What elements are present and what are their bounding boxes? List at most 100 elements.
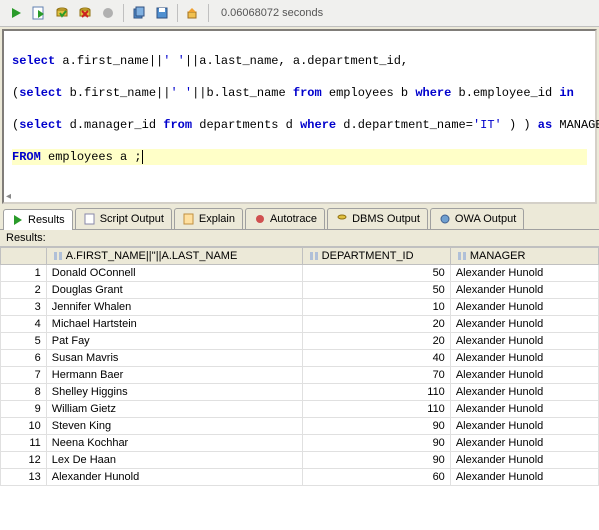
table-row[interactable]: 13Alexander Hunold60Alexander Hunold xyxy=(1,469,599,486)
manager-cell: Alexander Hunold xyxy=(450,316,598,333)
save-button[interactable] xyxy=(151,3,173,23)
rownum-cell: 7 xyxy=(1,367,47,384)
sql-literal: ' ' xyxy=(170,86,192,100)
name-cell: Jennifer Whalen xyxy=(46,299,302,316)
tab-label: Script Output xyxy=(100,213,164,225)
sql-text: b.first_name|| xyxy=(62,86,170,100)
tab-label: Autotrace xyxy=(270,213,317,225)
tab-label: DBMS Output xyxy=(352,213,420,225)
export-button[interactable] xyxy=(128,3,150,23)
dept-cell: 110 xyxy=(302,384,450,401)
commit-button[interactable] xyxy=(51,3,73,23)
sql-keyword: select xyxy=(19,86,62,100)
column-label: DEPARTMENT_ID xyxy=(322,250,414,262)
table-row[interactable]: 2Douglas Grant50Alexander Hunold xyxy=(1,282,599,299)
sql-literal: 'IT' xyxy=(473,118,502,132)
table-row[interactable]: 10Steven King90Alexander Hunold xyxy=(1,418,599,435)
column-header-dept[interactable]: DEPARTMENT_ID xyxy=(302,248,450,265)
run-button[interactable] xyxy=(5,3,27,23)
table-row[interactable]: 1Donald OConnell50Alexander Hunold xyxy=(1,265,599,282)
sql-text: b.employee_id xyxy=(451,86,559,100)
table-row[interactable]: 8Shelley Higgins110Alexander Hunold xyxy=(1,384,599,401)
column-label: MANAGER xyxy=(470,250,526,262)
text-cursor xyxy=(142,150,150,164)
sql-text: MANAGER xyxy=(552,118,599,132)
tab-owa-output[interactable]: OWA Output xyxy=(430,208,524,229)
dbms-icon xyxy=(335,212,349,226)
name-cell: Lex De Haan xyxy=(46,452,302,469)
sql-literal: ' ' xyxy=(163,54,185,68)
rownum-cell: 1 xyxy=(1,265,47,282)
manager-cell: Alexander Hunold xyxy=(450,299,598,316)
results-grid[interactable]: A.FIRST_NAME||''||A.LAST_NAME DEPARTMENT… xyxy=(0,246,599,530)
main-toolbar: 0.06068072 seconds xyxy=(0,0,599,27)
table-row[interactable]: 3Jennifer Whalen10Alexander Hunold xyxy=(1,299,599,316)
rownum-cell: 5 xyxy=(1,333,47,350)
column-header-manager[interactable]: MANAGER xyxy=(450,248,598,265)
sql-text: d.department_name= xyxy=(336,118,473,132)
name-cell: Alexander Hunold xyxy=(46,469,302,486)
tab-explain[interactable]: Explain xyxy=(174,208,243,229)
name-cell: Douglas Grant xyxy=(46,282,302,299)
column-header-name[interactable]: A.FIRST_NAME||''||A.LAST_NAME xyxy=(46,248,302,265)
tab-results[interactable]: Results xyxy=(3,209,73,230)
dept-cell: 50 xyxy=(302,282,450,299)
table-row[interactable]: 7Hermann Baer70Alexander Hunold xyxy=(1,367,599,384)
name-cell: Steven King xyxy=(46,418,302,435)
dept-cell: 70 xyxy=(302,367,450,384)
dept-cell: 20 xyxy=(302,316,450,333)
rownum-cell: 2 xyxy=(1,282,47,299)
clear-button[interactable] xyxy=(182,3,204,23)
separator xyxy=(177,4,178,22)
sql-keyword: FROM xyxy=(12,150,41,164)
separator xyxy=(208,4,209,22)
tab-autotrace[interactable]: Autotrace xyxy=(245,208,325,229)
sql-text: a.first_name|| xyxy=(55,54,163,68)
table-row[interactable]: 11Neena Kochhar90Alexander Hunold xyxy=(1,435,599,452)
name-cell: Hermann Baer xyxy=(46,367,302,384)
dept-cell: 90 xyxy=(302,452,450,469)
rownum-cell: 12 xyxy=(1,452,47,469)
owa-icon xyxy=(438,212,452,226)
dept-cell: 10 xyxy=(302,299,450,316)
tab-dbms-output[interactable]: DBMS Output xyxy=(327,208,428,229)
rollback-button[interactable] xyxy=(74,3,96,23)
tab-script-output[interactable]: Script Output xyxy=(75,208,172,229)
column-icon xyxy=(309,251,319,261)
sql-keyword: from xyxy=(163,118,192,132)
run-script-button[interactable] xyxy=(28,3,50,23)
results-icon xyxy=(11,213,25,227)
rownum-cell: 8 xyxy=(1,384,47,401)
table-row[interactable]: 12Lex De Haan90Alexander Hunold xyxy=(1,452,599,469)
sql-text: ||b.last_name xyxy=(192,86,293,100)
rownum-cell: 4 xyxy=(1,316,47,333)
sql-keyword: as xyxy=(538,118,552,132)
rownum-cell: 10 xyxy=(1,418,47,435)
tab-label: OWA Output xyxy=(455,213,516,225)
rownum-cell: 9 xyxy=(1,401,47,418)
sql-text: employees a ; xyxy=(41,150,142,164)
sql-keyword: where xyxy=(300,118,336,132)
table-row[interactable]: 6Susan Mavris40Alexander Hunold xyxy=(1,350,599,367)
manager-cell: Alexander Hunold xyxy=(450,333,598,350)
table-row[interactable]: 9William Gietz110Alexander Hunold xyxy=(1,401,599,418)
cancel-button[interactable] xyxy=(97,3,119,23)
scroll-left-indicator[interactable]: ◂ xyxy=(6,191,11,202)
tab-label: Results xyxy=(28,214,65,226)
sql-editor[interactable]: select a.first_name||' '||a.last_name, a… xyxy=(2,29,597,204)
autotrace-icon xyxy=(253,212,267,226)
separator xyxy=(123,4,124,22)
manager-cell: Alexander Hunold xyxy=(450,350,598,367)
manager-cell: Alexander Hunold xyxy=(450,265,598,282)
sql-keyword: from xyxy=(293,86,322,100)
sql-keyword: where xyxy=(415,86,451,100)
table-row[interactable]: 5Pat Fay20Alexander Hunold xyxy=(1,333,599,350)
name-cell: Donald OConnell xyxy=(46,265,302,282)
table-row[interactable]: 4Michael Hartstein20Alexander Hunold xyxy=(1,316,599,333)
dept-cell: 60 xyxy=(302,469,450,486)
column-icon xyxy=(457,251,467,261)
dept-cell: 90 xyxy=(302,418,450,435)
rownum-header[interactable] xyxy=(1,248,47,265)
manager-cell: Alexander Hunold xyxy=(450,367,598,384)
manager-cell: Alexander Hunold xyxy=(450,435,598,452)
